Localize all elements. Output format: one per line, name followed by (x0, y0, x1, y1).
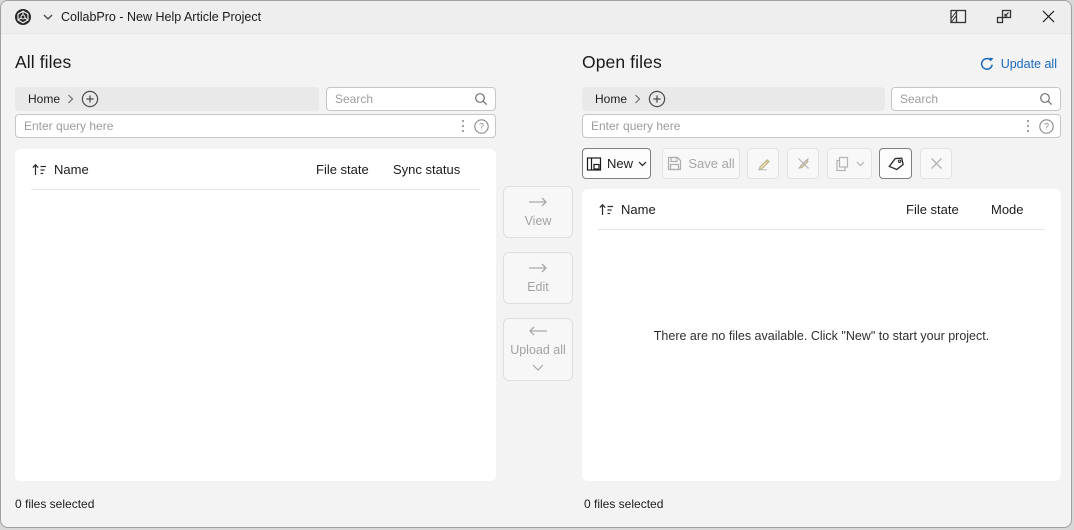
save-all-button[interactable]: Save all (662, 148, 740, 179)
new-view-icon (586, 156, 602, 172)
save-icon (667, 156, 682, 171)
window-controls (936, 1, 1071, 34)
right-breadcrumb: Home (582, 87, 885, 111)
right-table-header: Name File state Mode (582, 189, 1061, 229)
column-mode[interactable]: Mode (991, 202, 1061, 217)
chevron-down-icon (856, 161, 865, 167)
edit-button-label: Edit (527, 280, 549, 294)
header-divider (31, 189, 480, 190)
copy-icon (835, 156, 850, 172)
right-search-box (891, 87, 1061, 111)
close-window-button[interactable] (1026, 1, 1071, 34)
collapse-panel-button[interactable] (936, 1, 981, 34)
edit-pencil-icon (755, 155, 772, 172)
left-search-box (326, 87, 496, 111)
add-tab-icon[interactable] (81, 90, 99, 108)
breadcrumb-chevron-icon (634, 94, 641, 104)
header-divider (598, 229, 1045, 230)
edit-file-button[interactable] (747, 148, 779, 179)
right-panel-title: Open files (582, 52, 662, 72)
search-icon (1039, 92, 1053, 106)
refresh-icon (979, 56, 995, 72)
view-button-label: View (524, 214, 552, 228)
arrow-left-icon (527, 325, 549, 339)
titlebar: CollabPro - New Help Article Project (1, 1, 1071, 34)
restore-window-button[interactable] (981, 1, 1026, 34)
arrow-right-icon (527, 262, 549, 276)
left-file-table: Name File state Sync status (15, 149, 496, 481)
column-file-state[interactable]: File state (906, 202, 991, 217)
collapse-panel-icon (950, 9, 967, 27)
remove-button[interactable] (920, 148, 952, 179)
left-selection-status: 0 files selected (15, 497, 95, 511)
window-title: CollabPro - New Help Article Project (61, 10, 262, 24)
breadcrumb-home[interactable]: Home (595, 92, 627, 106)
left-panel-title: All files (15, 52, 72, 72)
upload-all-button[interactable]: Upload all (503, 318, 573, 381)
column-file-state[interactable]: File state (316, 162, 393, 177)
sort-ascending-icon[interactable] (598, 202, 614, 217)
cancel-edit-button[interactable] (787, 148, 819, 179)
remove-icon (930, 157, 943, 170)
search-icon (474, 92, 488, 106)
edit-button[interactable]: Edit (503, 252, 573, 304)
update-all-label: Update all (1000, 57, 1057, 71)
breadcrumb-chevron-icon (67, 94, 74, 104)
sort-ascending-icon[interactable] (31, 162, 47, 177)
left-query-input[interactable] (16, 119, 461, 133)
update-all-button[interactable]: Update all (979, 56, 1057, 72)
app-window: CollabPro - New Help Article Project All… (0, 0, 1072, 528)
view-button[interactable]: View (503, 186, 573, 238)
chevron-down-icon (638, 161, 647, 167)
kebab-menu-icon[interactable] (461, 119, 465, 133)
new-button-label: New (606, 156, 633, 171)
right-query-input[interactable] (583, 119, 1026, 133)
chevron-down-icon (532, 360, 544, 374)
column-name[interactable]: Name (54, 162, 316, 177)
svg-text:?: ? (479, 121, 484, 131)
right-query-box: ? (582, 114, 1061, 138)
left-table-header: Name File state Sync status (15, 149, 496, 189)
empty-state-message: There are no files available. Click "New… (653, 329, 990, 343)
svg-text:?: ? (1044, 121, 1049, 131)
cancel-edit-icon (795, 155, 812, 172)
right-selection-status: 0 files selected (584, 497, 664, 511)
arrow-right-icon (527, 196, 549, 210)
column-name[interactable]: Name (621, 202, 906, 217)
tag-icon (887, 156, 905, 172)
new-button[interactable]: New (582, 148, 651, 179)
add-tab-icon[interactable] (648, 90, 666, 108)
right-search-input[interactable] (892, 92, 1039, 106)
left-search-input[interactable] (327, 92, 474, 106)
help-icon[interactable]: ? (1039, 118, 1054, 134)
right-file-table: Name File state Mode There are no files … (582, 189, 1061, 481)
project-selector-chevron-icon[interactable] (43, 14, 53, 20)
upload-all-button-label: Upload all (510, 343, 566, 357)
breadcrumb-home[interactable]: Home (28, 92, 60, 106)
tag-button[interactable] (879, 148, 912, 179)
left-query-box: ? (15, 114, 496, 138)
help-icon[interactable]: ? (474, 118, 489, 134)
column-sync-status[interactable]: Sync status (393, 162, 496, 177)
app-logo-icon (14, 8, 32, 26)
kebab-menu-icon[interactable] (1026, 119, 1030, 133)
save-all-button-label: Save all (688, 156, 735, 171)
close-icon (1042, 10, 1055, 26)
restore-window-icon (996, 9, 1012, 27)
left-breadcrumb: Home (15, 87, 319, 111)
copy-button[interactable] (827, 148, 872, 179)
